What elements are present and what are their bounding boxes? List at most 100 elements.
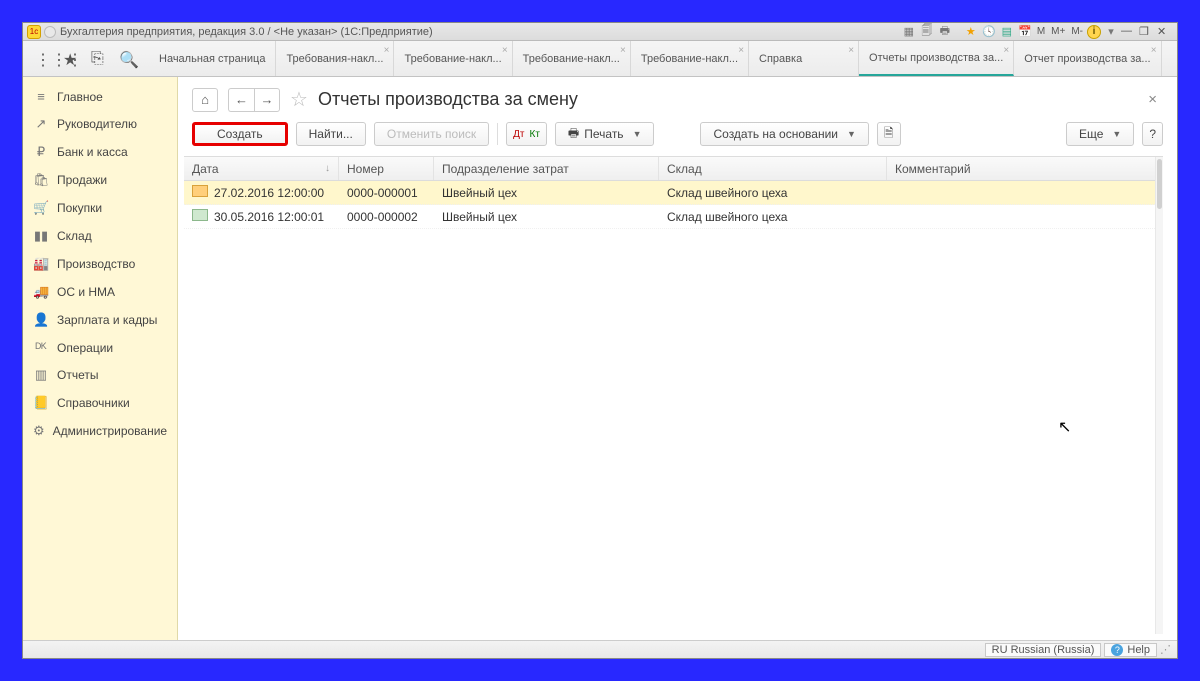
attach-icon: 🗎	[884, 124, 894, 145]
sidebar-item-10[interactable]: ▥Отчеты	[23, 361, 177, 389]
cancel-search-button[interactable]: Отменить поиск	[374, 122, 489, 146]
sidebar-item-4[interactable]: 🛒 Покупки	[23, 194, 177, 222]
sidebar-item-5[interactable]: ▮▮Склад	[23, 222, 177, 250]
tab-close-icon[interactable]: ×	[620, 45, 626, 56]
titlebar-dot-icon	[44, 26, 56, 38]
back-button[interactable]: ←	[228, 88, 254, 112]
sidebar-label: Справочники	[57, 396, 130, 410]
tb-grid-icon[interactable]: ▦	[901, 24, 917, 40]
tb-mminus-btn[interactable]: M-	[1069, 26, 1085, 37]
close-btn[interactable]: ✕	[1157, 25, 1173, 39]
resize-grip-icon[interactable]: ⋰	[1160, 643, 1171, 656]
tab-close-icon[interactable]: ×	[1003, 45, 1009, 56]
tab-5[interactable]: Отчеты производства за...×	[859, 41, 1014, 76]
col-warehouse[interactable]: Склад	[659, 157, 887, 180]
tb-m-btn[interactable]: M	[1035, 26, 1047, 37]
sidebar-icon: ▮▮	[33, 228, 49, 244]
tab-close-icon[interactable]: ×	[502, 45, 508, 56]
sidebar-label: Зарплата и кадры	[57, 313, 157, 327]
favorite-star-icon[interactable]: ☆	[290, 87, 308, 112]
sidebar-item-1[interactable]: ↗Руководителю	[23, 110, 177, 138]
tab-close-icon[interactable]: ×	[384, 45, 390, 56]
help-indicator[interactable]: ?Help	[1104, 643, 1157, 657]
tab-label: Отчеты производства за...	[869, 52, 1003, 64]
sidebar-item-8[interactable]: 👤 Зарплата и кадры	[23, 306, 177, 334]
tab-close-icon[interactable]: ×	[848, 45, 854, 56]
tb-dash-icon[interactable]: ▾	[1103, 24, 1119, 40]
sidebar-item-3[interactable]: 🛍Продажи	[23, 166, 177, 194]
sidebar-icon: ₽	[33, 144, 49, 160]
tab-4[interactable]: Справка×	[749, 41, 859, 76]
maximize-btn[interactable]: ❐	[1139, 25, 1155, 39]
tabbar: ⋮⋮⋮ ★ ⎘ 🔍 Начальная страница Требования-…	[23, 41, 1177, 77]
tab-close-icon[interactable]: ×	[738, 45, 744, 56]
tab-1[interactable]: Требование-накл...×	[394, 41, 512, 76]
doc-icon	[192, 185, 208, 197]
sidebar-item-12[interactable]: ⚙Администрирование	[23, 417, 177, 445]
toolbar: Создать Найти... Отменить поиск ДтКт 🖶Пе…	[178, 118, 1177, 156]
minimize-btn[interactable]: —	[1121, 25, 1137, 39]
documents-table: Дата↓ Номер Подразделение затрат Склад К…	[184, 156, 1163, 634]
tb-info-icon[interactable]: i	[1087, 25, 1101, 39]
tb-history-icon[interactable]: 🕓	[981, 24, 997, 40]
sidebar-item-9[interactable]: ᴰᴷОперации	[23, 334, 177, 361]
sidebar-item-7[interactable]: 🚚ОС и НМА	[23, 278, 177, 306]
tab-6[interactable]: Отчет производства за...×	[1014, 41, 1161, 76]
tab-label: Требование-накл...	[404, 53, 501, 65]
col-comment[interactable]: Комментарий	[887, 157, 1163, 180]
tb-print-icon[interactable]: 🖶	[937, 24, 953, 40]
tb-doc-icon[interactable]: 🗐	[919, 24, 935, 40]
sidebar-icon: ≡	[33, 89, 49, 104]
tb-calc-icon[interactable]: ▤	[999, 24, 1015, 40]
sidebar-item-6[interactable]: 🏭Производство	[23, 250, 177, 278]
close-page-button[interactable]: ×	[1148, 91, 1163, 108]
tab-label: Требование-накл...	[641, 53, 738, 65]
apps-grid-icon[interactable]: ⋮⋮⋮	[35, 50, 53, 68]
create-button[interactable]: Создать	[192, 122, 288, 146]
sidebar-item-11[interactable]: 📒Справочники	[23, 389, 177, 417]
tab-label: Отчет производства за...	[1024, 53, 1150, 65]
tb-star-icon[interactable]: ★	[963, 24, 979, 40]
forward-button[interactable]: →	[254, 88, 280, 112]
table-cell: Склад швейного цеха	[659, 210, 887, 224]
sidebar-icon: 🏭	[33, 256, 49, 272]
attach-button[interactable]: 🗎	[877, 122, 901, 146]
history-crop-icon[interactable]: ⎘	[91, 50, 109, 68]
tab-start[interactable]: Начальная страница	[149, 41, 276, 76]
create-based-button[interactable]: Создать на основании▼	[700, 122, 868, 146]
favorites-star-icon[interactable]: ★	[63, 50, 81, 68]
search-icon[interactable]: 🔍	[119, 50, 137, 68]
dtkt-button[interactable]: ДтКт	[506, 122, 547, 146]
tab-label: Требование-накл...	[523, 53, 620, 65]
sidebar-icon: 🛍	[33, 172, 49, 188]
sidebar-icon: 👤	[33, 312, 49, 328]
sidebar-label: Отчеты	[57, 368, 98, 382]
sidebar-item-2[interactable]: ₽Банк и касса	[23, 138, 177, 166]
table-row[interactable]: 27.02.2016 12:00:000000-000001Швейный це…	[184, 181, 1163, 205]
sidebar-icon: 🛒	[33, 200, 49, 216]
tab-0[interactable]: Требования-накл...×	[276, 41, 394, 76]
find-button[interactable]: Найти...	[296, 122, 366, 146]
tab-2[interactable]: Требование-накл...×	[513, 41, 631, 76]
tab-3[interactable]: Требование-накл...×	[631, 41, 749, 76]
tb-mplus-btn[interactable]: M+	[1049, 26, 1067, 37]
print-button[interactable]: 🖶Печать▼	[555, 122, 655, 146]
sidebar-icon: 🚚	[33, 284, 49, 300]
home-button[interactable]: ⌂	[192, 88, 218, 112]
vertical-scrollbar[interactable]	[1155, 157, 1163, 634]
tb-sep	[955, 24, 961, 40]
col-number[interactable]: Номер	[339, 157, 434, 180]
col-date[interactable]: Дата↓	[184, 157, 339, 180]
statusbar: RU Russian (Russia) ?Help ⋰	[23, 640, 1177, 658]
more-button[interactable]: Еще▼	[1066, 122, 1134, 146]
table-row[interactable]: 30.05.2016 12:00:010000-000002Швейный це…	[184, 205, 1163, 229]
help-button[interactable]: ?	[1142, 122, 1163, 146]
tb-cal-icon[interactable]: 📅	[1017, 24, 1033, 40]
app-icon: 1c	[27, 25, 41, 39]
col-subdiv[interactable]: Подразделение затрат	[434, 157, 659, 180]
sidebar-label: Покупки	[57, 201, 102, 215]
tab-close-icon[interactable]: ×	[1151, 45, 1157, 56]
sidebar-item-0[interactable]: ≡Главное	[23, 83, 177, 110]
lang-indicator[interactable]: RU Russian (Russia)	[985, 643, 1102, 657]
sidebar-icon: ⚙	[33, 423, 45, 439]
